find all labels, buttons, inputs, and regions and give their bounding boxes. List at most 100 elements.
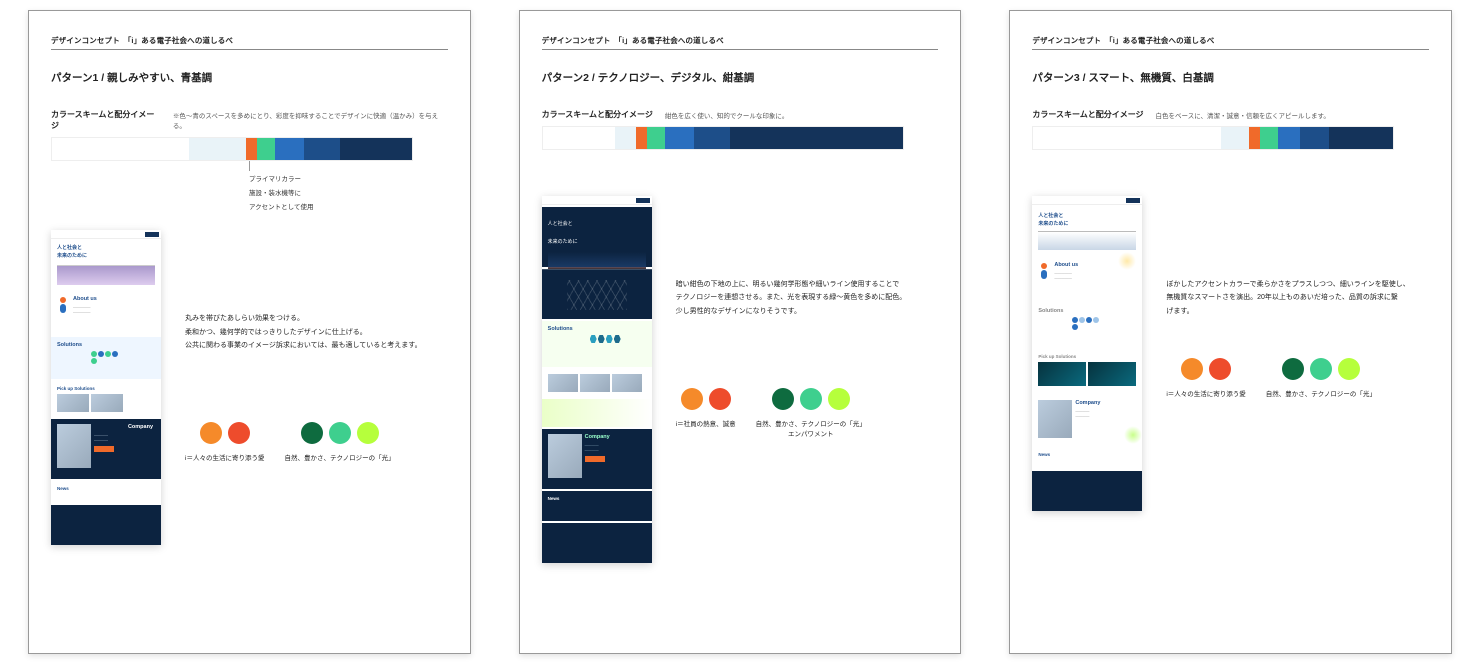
pattern-description: 暗い紺色の下地の上に、明るい幾何学形態や細いライン使用することで テクノロジーを… xyxy=(676,278,939,318)
divider xyxy=(1032,49,1429,50)
swatch-group-left: i＝人々の生活に寄り添う愛 xyxy=(185,422,264,462)
swatch-group-left: i＝社員の熱意、誠意 xyxy=(676,388,736,428)
site-mockup: 人と社会と 未来のために About us ―――――――――― Solutio… xyxy=(1032,196,1142,511)
swatch-dot xyxy=(329,422,351,444)
swatch-dot xyxy=(800,388,822,410)
color-segment-blue xyxy=(1278,127,1300,149)
mock-pickup: Pick up Solutions xyxy=(1032,349,1142,393)
mock-fx xyxy=(542,399,652,427)
pattern-title: パターン1 / 親しみやすい、青基調 xyxy=(51,70,448,85)
swatch-row: i＝社員の熱意、誠意 自然、豊かさ、テクノロジーの「光」 エンパワメント xyxy=(676,388,939,438)
color-segment-pale xyxy=(189,138,247,160)
mock-solutions: Solutions xyxy=(542,321,652,367)
mock-solutions: Solutions xyxy=(1032,303,1142,347)
pattern-title: パターン3 / スマート、無機質、白基調 xyxy=(1032,70,1429,85)
color-segment-blue xyxy=(275,138,304,160)
body-row: 人と社会と 未来のために About us ―――――――――― Solutio… xyxy=(51,230,448,545)
swatch-dot xyxy=(1181,358,1203,380)
body-row: 人と社会と 未来のために About us ―――――――――― Solutio… xyxy=(1032,196,1429,511)
swatch-row: i＝人々の生活に寄り添う愛 自然、豊かさ、テクノロジーの「光」 xyxy=(185,422,448,462)
mock-news: News xyxy=(542,491,652,521)
swatch-dot xyxy=(228,422,250,444)
swatch-dot xyxy=(1338,358,1360,380)
mock-pickup: Pick up Solutions xyxy=(51,381,161,417)
swatch-dot xyxy=(1209,358,1231,380)
i-icon xyxy=(57,297,69,313)
color-segment-white xyxy=(52,138,189,160)
color-segment-pale xyxy=(1221,127,1250,149)
pattern-description: ぼかしたアクセントカラーで柔らかさをプラスしつつ、細いラインを駆使し、 無機質な… xyxy=(1166,278,1429,318)
swatch-dot xyxy=(681,388,703,410)
mock-pickup xyxy=(542,369,652,397)
color-segment-white xyxy=(543,127,615,149)
color-scheme-row: カラースキームと配分イメージ 紺色を広く使い、知的でクールな印象に。 xyxy=(542,109,939,120)
mock-about: About us ―――――――――― xyxy=(1032,257,1142,301)
swatch-group-left: i＝人々の生活に寄り添う愛 xyxy=(1166,358,1245,398)
mock-company: Company ―――――――― xyxy=(542,429,652,489)
swatch-group-right: 自然、豊かさ、テクノロジーの「光」 xyxy=(1266,358,1376,398)
color-segment-orange xyxy=(246,138,257,160)
pattern-title: パターン2 / テクノロジー、デジタル、紺基調 xyxy=(542,70,939,85)
mock-footer xyxy=(1032,471,1142,511)
color-ratio-bar xyxy=(1032,126,1394,150)
mock-news: News xyxy=(1032,447,1142,469)
color-segment-orange xyxy=(636,127,647,149)
body-row: 人と社会と 未来のために Solutions Company xyxy=(542,196,939,563)
swatch-group-right: 自然、豊かさ、テクノロジーの「光」 エンパワメント xyxy=(756,388,866,438)
color-scheme-label: カラースキームと配分イメージ xyxy=(1032,109,1143,120)
divider xyxy=(51,49,448,50)
color-scheme-note: 紺色を広く使い、知的でクールな印象に。 xyxy=(665,110,789,120)
pattern-description: 丸みを帯びたあしらい効果をつける。 柔和かつ、幾何学的ではっきりしたデザインに仕… xyxy=(185,312,448,352)
mock-footer xyxy=(542,523,652,563)
color-segment-blue xyxy=(665,127,694,149)
description-column: ぼかしたアクセントカラーで柔らかさをプラスしつつ、細いラインを駆使し、 無機質な… xyxy=(1166,196,1429,511)
mock-nav xyxy=(51,230,161,239)
color-segment-mid xyxy=(1300,127,1329,149)
divider xyxy=(542,49,939,50)
mock-news: News xyxy=(51,481,161,503)
color-segment-green xyxy=(257,138,275,160)
mock-grid xyxy=(542,269,652,319)
mock-hero: 人と社会と 未来のために xyxy=(51,241,161,289)
color-segment-navy xyxy=(1329,127,1394,149)
color-segment-green xyxy=(1260,127,1278,149)
color-scheme-label: カラースキームと配分イメージ xyxy=(542,109,653,120)
mock-company: Company ―――――――― xyxy=(1032,395,1142,445)
design-concept: デザインコンセプト 「i」ある電子社会への道しるべ xyxy=(1032,35,1429,46)
color-scheme-label: カラースキームと配分イメージ xyxy=(51,109,161,131)
page-pattern-3: デザインコンセプト 「i」ある電子社会への道しるべ パターン3 / スマート、無… xyxy=(1009,10,1452,654)
design-concept: デザインコンセプト 「i」ある電子社会への道しるべ xyxy=(51,35,448,46)
color-scheme-row: カラースキームと配分イメージ 白色をベースに、清潔・誠意・信頼を広くアピールしま… xyxy=(1032,109,1429,120)
color-segment-navy xyxy=(730,127,903,149)
color-scheme-row: カラースキームと配分イメージ ※色〜青のスペースを多めにとり、彩度を抑味すること… xyxy=(51,109,448,131)
description-column: 暗い紺色の下地の上に、明るい幾何学形態や細いライン使用することで テクノロジーを… xyxy=(676,196,939,563)
color-ratio-bar xyxy=(542,126,904,150)
mock-footer xyxy=(51,505,161,545)
mock-hero: 人と社会と 未来のために xyxy=(542,207,652,267)
design-concept: デザインコンセプト 「i」ある電子社会への道しるべ xyxy=(542,35,939,46)
swatch-dot xyxy=(772,388,794,410)
color-scheme-note: 白色をベースに、清潔・誠意・信頼を広くアピールします。 xyxy=(1156,110,1330,120)
swatch-group-right: 自然、豊かさ、テクノロジーの「光」 xyxy=(284,422,394,462)
mock-hero: 人と社会と 未来のために xyxy=(1032,207,1142,255)
i-icon xyxy=(1038,263,1050,279)
swatch-dot xyxy=(357,422,379,444)
color-scheme-note: ※色〜青のスペースを多めにとり、彩度を抑味することでデザインに快適（温かみ）を与… xyxy=(173,110,448,130)
color-ratio-bar xyxy=(51,137,413,161)
color-segment-white xyxy=(1033,127,1220,149)
mock-nav xyxy=(542,196,652,205)
color-segment-navy xyxy=(340,138,412,160)
mock-about: About us ―――――――――― xyxy=(51,291,161,335)
color-segment-mid xyxy=(304,138,340,160)
color-segment-orange xyxy=(1249,127,1260,149)
swatch-row: i＝人々の生活に寄り添う愛 自然、豊かさ、テクノロジーの「光」 xyxy=(1166,358,1429,398)
document-spread: デザインコンセプト 「i」ある電子社会への道しるべ パターン1 / 親しみやすい… xyxy=(0,0,1480,664)
color-segment-pale xyxy=(615,127,637,149)
swatch-dot xyxy=(709,388,731,410)
site-mockup: 人と社会と 未来のために Solutions Company xyxy=(542,196,652,563)
mock-nav xyxy=(1032,196,1142,205)
site-mockup: 人と社会と 未来のために About us ―――――――――― Solutio… xyxy=(51,230,161,545)
mock-company: Company ―――――――― xyxy=(51,419,161,479)
page-pattern-1: デザインコンセプト 「i」ある電子社会への道しるべ パターン1 / 親しみやすい… xyxy=(28,10,471,654)
color-segment-mid xyxy=(694,127,730,149)
